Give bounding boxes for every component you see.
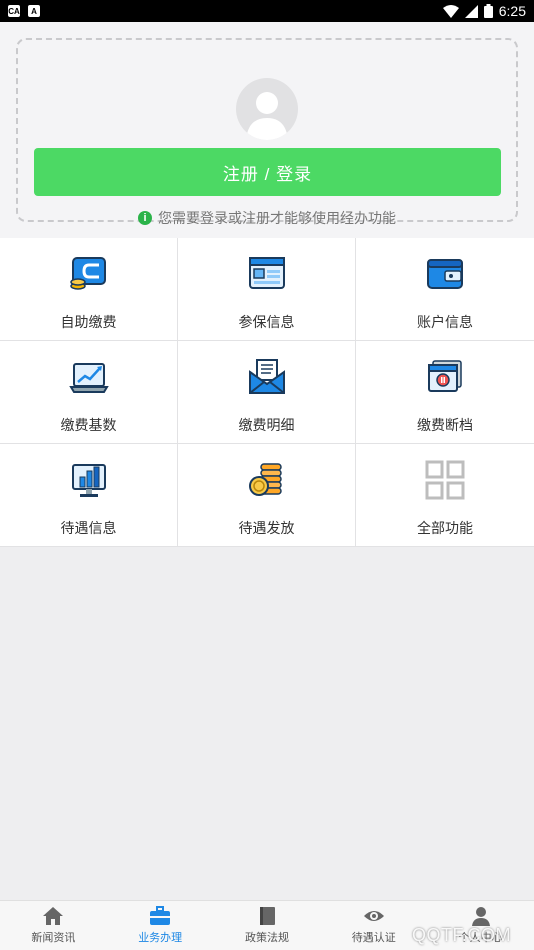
grid-squares-icon [425, 460, 465, 500]
default-avatar-icon [246, 92, 288, 140]
grid-item-all-functions[interactable]: 全部功能 [356, 444, 534, 547]
grid-item-label: 缴费基数 [60, 417, 117, 433]
login-hint: i 您需要登录或注册才能够使用经办功能 [0, 208, 534, 228]
grid-item-label: 全部功能 [417, 520, 473, 536]
watermark: QQTF.COM [412, 925, 511, 945]
tab-label: 新闻资讯 [31, 932, 76, 944]
grid-item-label: 自助缴费 [60, 314, 117, 330]
notification-a-icon: A [28, 5, 40, 17]
tab-policy[interactable]: 政策法规 [214, 901, 321, 950]
wifi-icon [442, 4, 459, 18]
book-icon [256, 906, 278, 926]
tab-news[interactable]: 新闻资讯 [0, 901, 107, 950]
grid-item-payment-details[interactable]: 缴费明细 [178, 341, 356, 444]
battery-icon [483, 4, 493, 18]
wallet-card-icon [69, 254, 109, 294]
grid-item-insurance-info[interactable]: 参保信息 [178, 238, 356, 341]
person-icon [470, 906, 492, 926]
info-icon: i [138, 211, 152, 225]
notification-app-icon: CA [8, 5, 20, 17]
function-grid: 自助缴费 参保信息 账户信息 缴费基数 缴费明细 缴费断档 待遇信息 待遇发放 … [0, 238, 534, 547]
video-card-icon [425, 357, 465, 397]
grid-item-benefit-info[interactable]: 待遇信息 [0, 444, 178, 547]
login-hint-text: 您需要登录或注册才能够使用经办功能 [158, 210, 396, 226]
briefcase-icon [149, 906, 171, 926]
status-time: 6:25 [498, 3, 526, 19]
grid-item-payment-gap[interactable]: 缴费断档 [356, 341, 534, 444]
coin-stack-icon [247, 460, 287, 500]
tab-label: 业务办理 [138, 932, 183, 944]
grid-item-benefit-payout[interactable]: 待遇发放 [178, 444, 356, 547]
tab-business[interactable]: 业务办理 [107, 901, 214, 950]
grid-item-label: 缴费断档 [417, 417, 473, 433]
browser-window-icon [247, 254, 287, 294]
signal-icon [464, 4, 478, 18]
home-icon [42, 906, 64, 926]
eye-icon [363, 906, 385, 926]
login-panel: 注册 / 登录 i 您需要登录或注册才能够使用经办功能 [0, 22, 534, 238]
tab-label: 政策法规 [244, 932, 289, 944]
grid-item-payment-base[interactable]: 缴费基数 [0, 341, 178, 444]
grid-item-account-info[interactable]: 账户信息 [356, 238, 534, 341]
laptop-chart-icon [68, 357, 109, 397]
avatar[interactable] [236, 78, 298, 140]
grid-item-label: 待遇发放 [238, 520, 295, 536]
register-login-button[interactable]: 注册 / 登录 [34, 148, 501, 196]
envelope-letter-icon [247, 357, 287, 397]
grid-item-label: 待遇信息 [60, 520, 117, 536]
grid-item-self-payment[interactable]: 自助缴费 [0, 238, 178, 341]
wallet-icon [425, 254, 465, 294]
grid-item-label: 账户信息 [417, 314, 473, 330]
status-bar: CA A 6:25 [0, 0, 534, 22]
monitor-bar-chart-icon [69, 460, 109, 500]
grid-item-label: 参保信息 [238, 314, 295, 330]
tab-label: 待遇认证 [351, 932, 396, 944]
grid-item-label: 缴费明细 [238, 417, 295, 433]
